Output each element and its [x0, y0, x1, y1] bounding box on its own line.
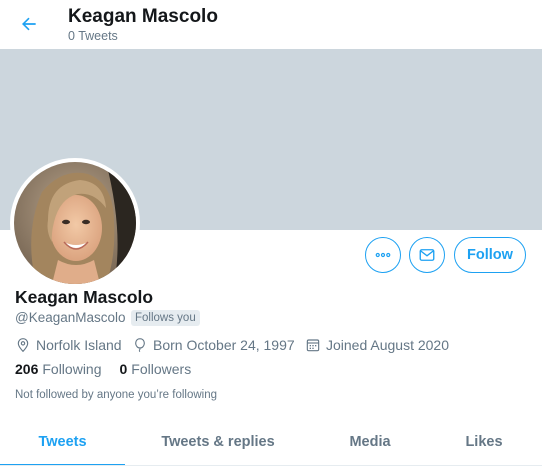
tab-tweets-replies[interactable]: Tweets & replies [143, 418, 293, 466]
tab-tweets[interactable]: Tweets [0, 418, 125, 466]
location-pin-icon [17, 338, 29, 353]
birthday: Born October 24, 1997 [132, 336, 295, 354]
location-text: Norfolk Island [36, 337, 122, 353]
more-options-button[interactable] [365, 237, 401, 273]
profile-name: Keagan Mascolo [15, 287, 154, 307]
location: Norfolk Island [15, 336, 122, 354]
arrow-left-icon [22, 17, 36, 31]
more-icon [375, 252, 391, 258]
profile-header: Keagan Mascolo 0 Tweets [0, 0, 542, 49]
follows-you-badge: Follows you [131, 310, 200, 326]
avatar[interactable] [10, 158, 140, 288]
followers-label: Followers [131, 361, 192, 377]
message-button[interactable] [409, 237, 445, 273]
birthday-text: Born October 24, 1997 [153, 337, 295, 353]
avatar-image [14, 162, 136, 284]
envelope-icon [419, 249, 435, 261]
divider [0, 465, 542, 466]
profile-handle: @KeaganMascolo [15, 310, 126, 325]
follow-stats: 206 Following 0 Followers [15, 361, 209, 377]
following-count: 206 [15, 361, 39, 377]
following-label: Following [42, 361, 102, 377]
following-link[interactable]: 206 Following [15, 361, 102, 377]
not-followed-notice: Not followed by anyone you’re following [15, 389, 218, 401]
followers-count: 0 [119, 361, 128, 377]
join-date: Joined August 2020 [305, 336, 449, 354]
tab-media[interactable]: Media [320, 418, 420, 466]
tab-likes[interactable]: Likes [440, 418, 528, 466]
back-button[interactable] [14, 9, 44, 39]
profile-tabs: Tweets Tweets & replies Media Likes [0, 418, 542, 466]
followers-link[interactable]: 0 Followers [120, 361, 192, 377]
balloon-icon [135, 338, 145, 353]
calendar-icon [306, 339, 320, 352]
follow-button[interactable]: Follow [454, 237, 526, 273]
header-title: Keagan Mascolo [68, 6, 218, 27]
header-tweet-count: 0 Tweets [68, 29, 118, 43]
join-date-text: Joined August 2020 [326, 337, 449, 353]
